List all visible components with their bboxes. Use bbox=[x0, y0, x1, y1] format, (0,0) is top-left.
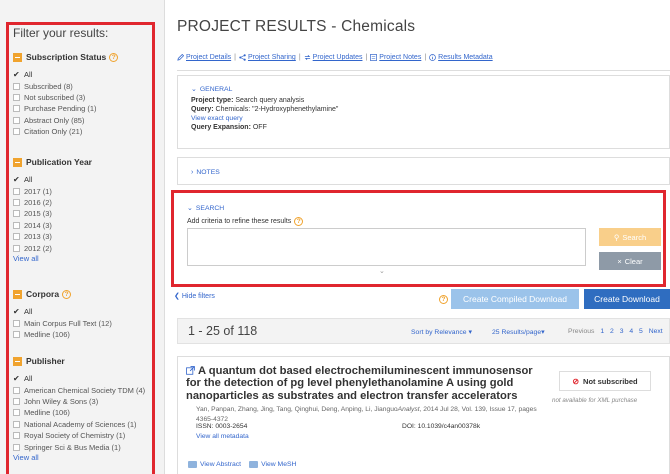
tab-label: Project Notes bbox=[379, 54, 422, 61]
create-download-button[interactable]: Create Download bbox=[584, 289, 670, 309]
view-abstract-link[interactable]: View Abstract bbox=[200, 461, 241, 468]
availability-note: not available for XML purchase bbox=[552, 397, 638, 404]
search-panel-toggle[interactable]: ⌄ SEARCH bbox=[187, 204, 225, 213]
search-criteria-input[interactable] bbox=[187, 228, 586, 266]
result-citation: Yan, Panpan, Zhang, Jing, Tang, Qinghui,… bbox=[196, 406, 537, 423]
caret-down-icon: ▾ bbox=[468, 329, 472, 336]
result-item: A quantum dot based electrochemiluminesc… bbox=[177, 356, 670, 474]
external-link-icon bbox=[186, 366, 195, 375]
next-page-link[interactable]: Next bbox=[649, 328, 663, 335]
tab-project-notes[interactable]: Project Notes bbox=[370, 54, 421, 61]
general-panel-toggle[interactable]: ⌄ GENERAL bbox=[191, 85, 669, 94]
tab-label: Project Details bbox=[186, 54, 232, 61]
page-link-5[interactable]: 5 bbox=[639, 328, 643, 335]
page-link-4[interactable]: 4 bbox=[629, 328, 633, 335]
tab-label: Results Metadata bbox=[438, 54, 493, 61]
query-expansion-line: Query Expansion: OFF bbox=[191, 124, 267, 131]
query-line: Query: Chemicals: "2-Hydroxyphenethylami… bbox=[191, 106, 339, 113]
help-icon[interactable]: ? bbox=[294, 217, 304, 226]
share-icon bbox=[239, 54, 246, 61]
chevron-down-icon: ⌄ bbox=[191, 86, 197, 93]
resize-grip-icon[interactable]: ⌄ bbox=[379, 267, 385, 275]
clear-button[interactable]: × Clear bbox=[599, 252, 661, 270]
pencil-icon bbox=[177, 54, 184, 61]
refresh-icon bbox=[304, 55, 310, 60]
tab-project-updates[interactable]: Project Updates bbox=[304, 54, 363, 61]
result-title[interactable]: A quantum dot based electrochemiluminesc… bbox=[186, 365, 541, 402]
search-panel: ⌄ SEARCH Add criteria to refine these re… bbox=[171, 190, 666, 287]
chevron-right-icon: › bbox=[191, 169, 194, 176]
prohibited-icon: ⊘ bbox=[572, 376, 580, 386]
notes-icon bbox=[370, 54, 378, 61]
tab-project-sharing[interactable]: Project Sharing bbox=[239, 54, 296, 61]
search-hint: Add criteria to refine these results ? bbox=[187, 217, 304, 226]
info-icon bbox=[429, 54, 436, 61]
result-actions: View Abstract View MeSH bbox=[188, 461, 296, 468]
tab-project-details[interactable]: Project Details bbox=[177, 54, 231, 61]
tab-label: Project Updates bbox=[312, 54, 363, 61]
abstract-icon bbox=[188, 461, 197, 468]
project-tabs: Project Details | Project Sharing | Proj… bbox=[177, 54, 493, 61]
pagination: Previous 1 2 3 4 5 Next bbox=[568, 328, 663, 335]
filter-sidebar: Filter your results: Subscription Status… bbox=[0, 0, 165, 474]
result-issn: ISSN: 0003-2654 bbox=[196, 423, 248, 430]
subscription-status-badge: ⊘ Not subscribed bbox=[559, 371, 651, 391]
tab-results-metadata[interactable]: Results Metadata bbox=[429, 54, 493, 61]
sort-dropdown[interactable]: Sort by Relevance ▾ bbox=[411, 328, 472, 336]
view-exact-query-link[interactable]: View exact query bbox=[191, 114, 669, 123]
results-header: 1 - 25 of 118 Sort by Relevance ▾ 25 Res… bbox=[177, 318, 670, 344]
create-compiled-download-button[interactable]: Create Compiled Download bbox=[451, 289, 579, 309]
panel-title: NOTES bbox=[196, 169, 220, 176]
notes-panel: › NOTES bbox=[177, 157, 670, 185]
chevron-down-icon: ⌄ bbox=[187, 205, 193, 212]
close-icon: × bbox=[617, 256, 622, 266]
previous-page-link[interactable]: Previous bbox=[568, 328, 594, 335]
mesh-icon bbox=[249, 461, 259, 468]
search-button[interactable]: ⚲ Search bbox=[599, 228, 661, 246]
view-all-metadata-link[interactable]: View all metadata bbox=[196, 433, 249, 440]
view-mesh-link[interactable]: View MeSH bbox=[261, 461, 296, 468]
tab-label: Project Sharing bbox=[247, 54, 296, 61]
caret-down-icon: ▾ bbox=[541, 329, 545, 336]
highlight-box-filters bbox=[6, 22, 155, 474]
notes-panel-toggle[interactable]: › NOTES bbox=[191, 169, 669, 176]
page-link-2[interactable]: 2 bbox=[610, 328, 614, 335]
panel-title: GENERAL bbox=[199, 85, 233, 93]
page-link-1[interactable]: 1 bbox=[600, 328, 604, 335]
result-doi: DOI: 10.1039/c4an00378k bbox=[402, 423, 481, 430]
page-link-3[interactable]: 3 bbox=[620, 328, 624, 335]
help-icon[interactable]: ? bbox=[439, 295, 448, 304]
project-type-line: Project type: Search query analysis bbox=[191, 97, 305, 104]
page-title: PROJECT RESULTS - Chemicals bbox=[177, 18, 416, 35]
search-icon: ⚲ bbox=[613, 232, 620, 242]
general-panel: ⌄ GENERAL Project type: Search query ana… bbox=[177, 75, 670, 149]
panel-title: SEARCH bbox=[195, 204, 225, 212]
chevron-left-icon: ❮ bbox=[174, 293, 180, 300]
divider bbox=[177, 70, 670, 71]
main-content: PROJECT RESULTS - Chemicals Project Deta… bbox=[165, 0, 670, 474]
results-per-page-dropdown[interactable]: 25 Results/page▾ bbox=[492, 328, 545, 336]
results-count: 1 - 25 of 118 bbox=[188, 324, 258, 338]
hide-filters-link[interactable]: ❮ Hide filters bbox=[174, 292, 215, 300]
